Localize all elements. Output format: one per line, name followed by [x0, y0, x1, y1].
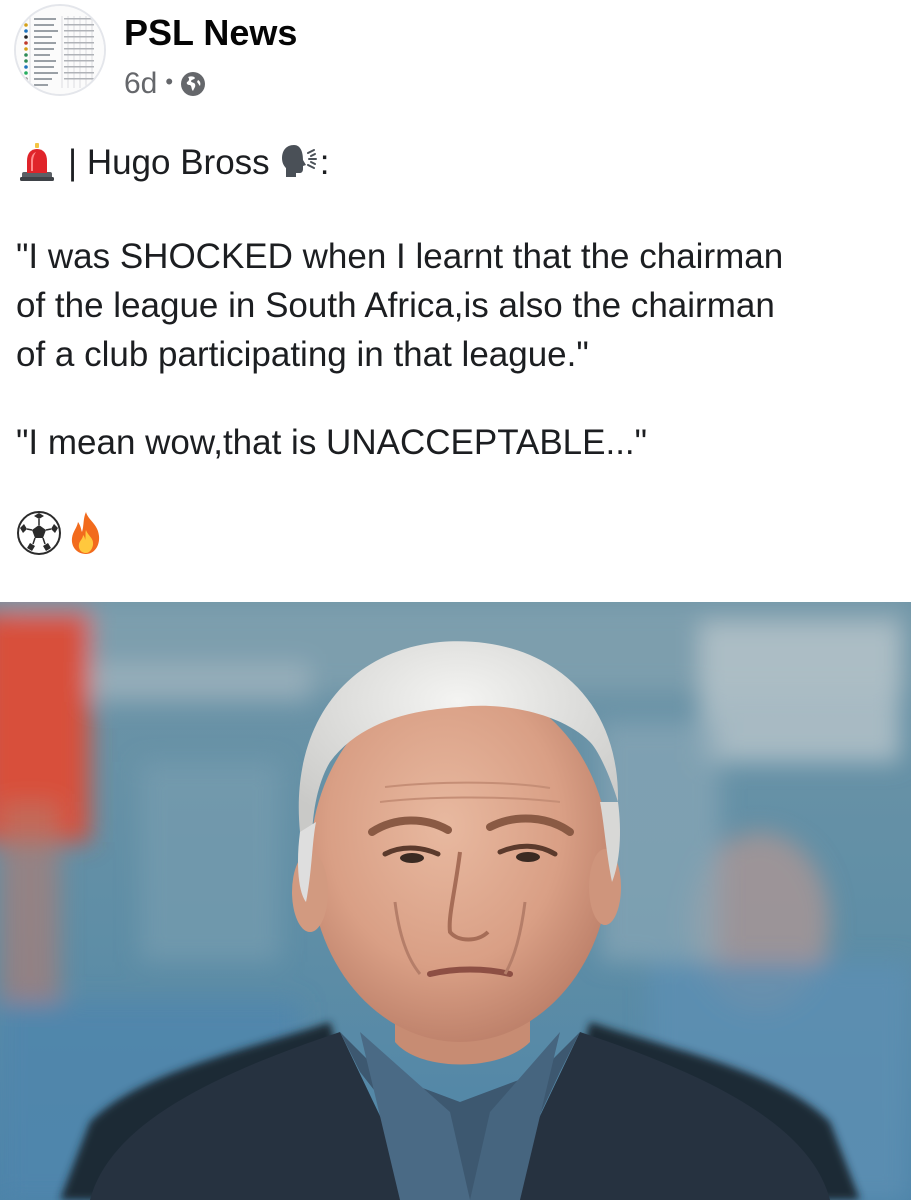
- page-name[interactable]: PSL News: [124, 12, 297, 54]
- page-avatar[interactable]: [14, 4, 106, 96]
- quote-line-2: of the league in South Africa,is also th…: [16, 286, 775, 325]
- headline-text: | Hugo Bross: [68, 142, 270, 182]
- meta-separator: •: [165, 69, 174, 94]
- globe-icon[interactable]: [180, 71, 206, 97]
- soccer-ball-emoji: [16, 510, 62, 556]
- quote-line-4: "I mean wow,that is UNACCEPTABLE...": [16, 423, 648, 462]
- portrait-photo[interactable]: [0, 602, 911, 1200]
- post-meta: 6d •: [124, 66, 206, 102]
- headline-line: | Hugo Bross :: [16, 136, 896, 188]
- quote-line-3: of a club participating in that league.": [16, 335, 589, 374]
- rotating-light-emoji: [16, 141, 58, 183]
- headline-colon: :: [319, 142, 330, 182]
- fire-emoji: [66, 510, 106, 556]
- post-body: | Hugo Bross : "I was SHOCKED when I lea…: [16, 136, 896, 559]
- speaking-head-emoji: [278, 141, 320, 183]
- quote-line-1: "I was SHOCKED when I learnt that the ch…: [16, 237, 784, 276]
- post-timestamp[interactable]: 6d: [124, 67, 157, 101]
- league-table-thumbnail-icon: [16, 6, 104, 94]
- emoji-row: [16, 507, 896, 559]
- post-header: PSL News 6d •: [0, 0, 911, 120]
